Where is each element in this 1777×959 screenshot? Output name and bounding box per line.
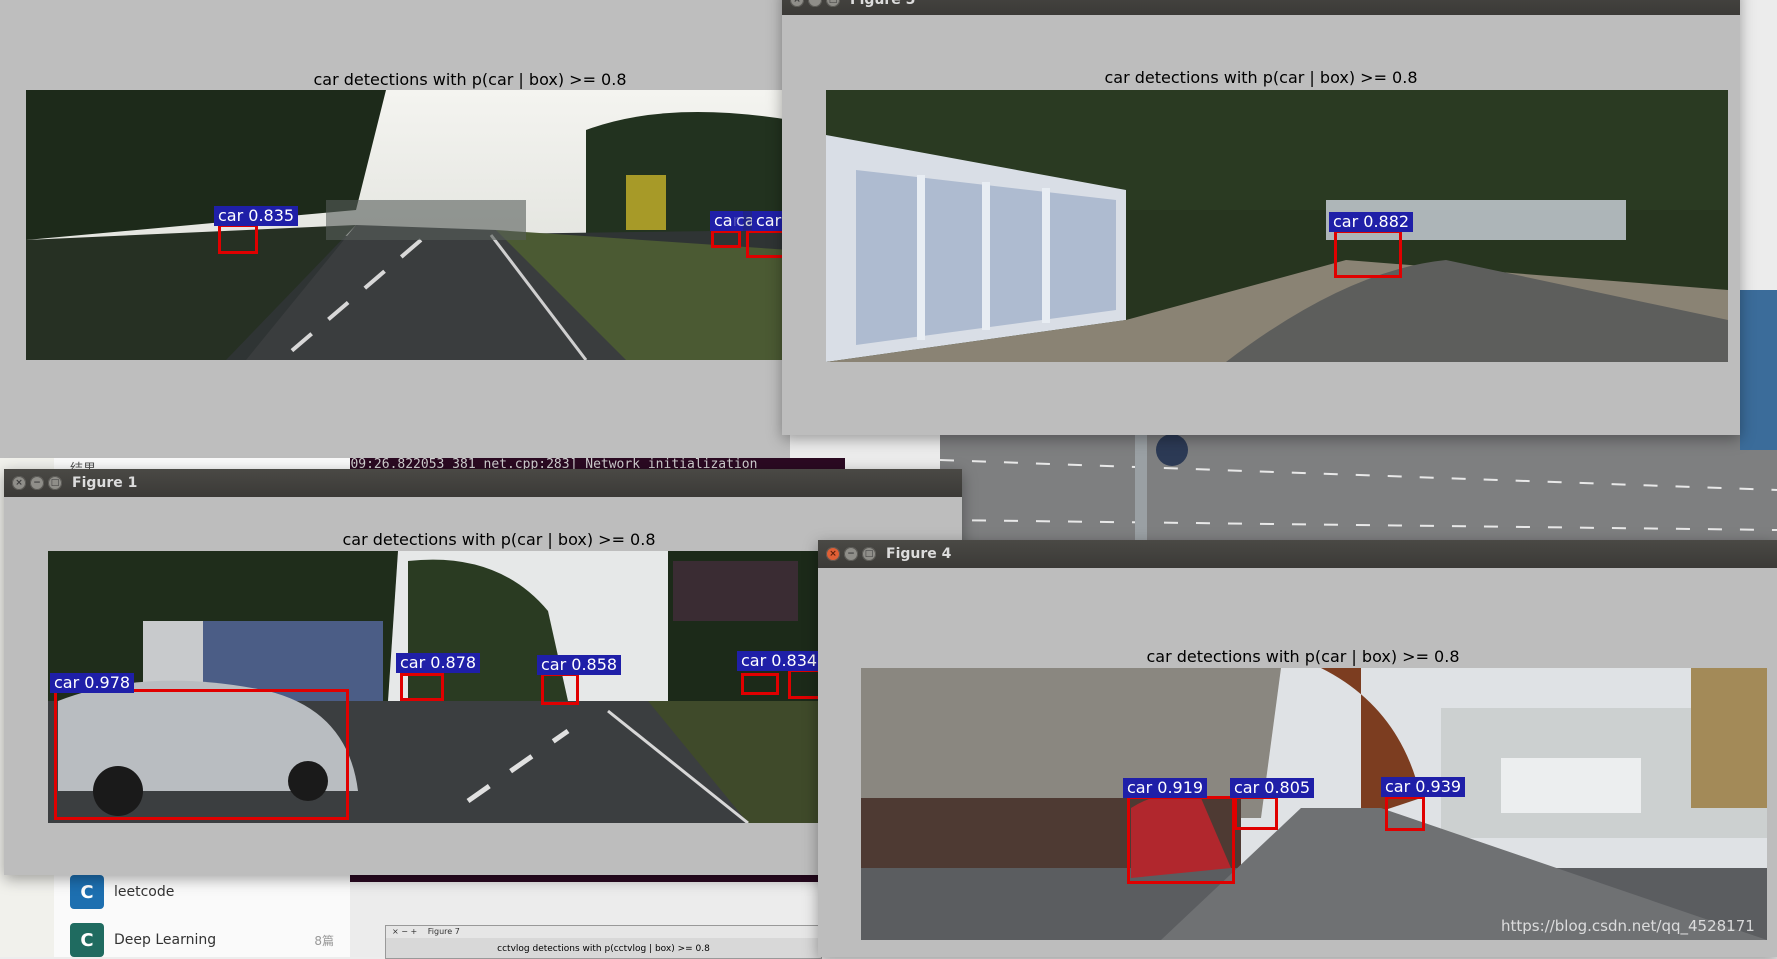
window-controls: × − □ [790,0,840,7]
detection-box [741,673,779,695]
detection-label: car 0.858 [537,655,622,675]
figure7-title: Figure 7 [427,927,460,936]
detection-label: car 0.834 [737,651,822,671]
window-title: Figure 4 [886,546,952,562]
detection-image: car 0.882 [826,90,1728,362]
window-title: Figure 1 [72,475,138,491]
detection-label: car 0.978 [50,673,135,693]
detection-label: car 0.805 [1230,778,1315,798]
plot-title: car detections with p(car | box) >= 0.8 [1104,68,1418,87]
figure5-window[interactable]: × − □ Figure 5 car detections with p(car… [782,0,1740,435]
close-icon[interactable]: × [790,0,804,7]
detection-box [541,673,579,705]
minimize-icon[interactable]: − [844,547,858,561]
figure4-window[interactable]: × − □ Figure 4 car detections with p(car… [818,540,1777,957]
detection-box [1385,796,1425,831]
figure5-titlebar[interactable]: × − □ Figure 5 [782,0,1740,15]
minimize-icon[interactable]: − [30,476,44,490]
detection-box [54,689,349,820]
maximize-icon[interactable]: □ [862,547,876,561]
figure7-window-controls[interactable]: × − + [392,927,417,936]
leetcode-icon: C [70,875,104,909]
detection-label: car 0.878 [396,653,481,673]
window-title: Figure 5 [850,0,916,8]
watermark: https://blog.csdn.net/qq_4528171 [1501,917,1755,935]
detection-box [1234,796,1278,830]
minimize-icon[interactable]: − [808,0,822,7]
detection-box [218,224,258,254]
detection-label: car 0.919 [1123,778,1208,798]
sidebar-item-leetcode[interactable]: C leetcode [70,875,174,909]
detection-box [1127,796,1235,884]
figure4-titlebar[interactable]: × − □ Figure 4 [818,540,1777,568]
terminal-strip-bottom [280,874,820,882]
detection-label: car 0.882 [1329,212,1414,232]
plot-title: car detections with p(car | box) >= 0.8 [1146,647,1460,666]
close-icon[interactable]: × [826,547,840,561]
figure1-titlebar[interactable]: × − □ Figure 1 [4,469,962,497]
maximize-icon[interactable]: □ [48,476,62,490]
detection-box [1334,230,1402,278]
detection-label: car [752,211,786,231]
sidebar-item-deep-learning[interactable]: C Deep Learning 8篇 [70,923,334,957]
detection-box [711,230,741,248]
plot-title: car detections with p(car | box) >= 0.8 [313,70,627,89]
window-controls: × − □ [826,547,876,561]
figure-top-left-window[interactable]: car detections with p(car | box) >= 0.8 … [0,0,790,458]
figure7-plot-title: cctvlog detections with p(cctvlog | box)… [497,944,710,954]
sidebar-item-count: 8篇 [314,933,334,948]
detection-image: car 0.919 car 0.805 car 0.939 https://bl… [861,668,1767,940]
sidebar-item-label: Deep Learning [114,932,217,948]
figure7-titlebar[interactable]: × − + Figure 7 [386,926,821,938]
close-icon[interactable]: × [12,476,26,490]
window-controls: × − □ [12,476,62,490]
figure7-window[interactable]: × − + Figure 7 cctvlog detections with p… [385,925,822,959]
detection-label: car 0.939 [1381,777,1466,797]
detection-label: car 0.835 [214,206,299,226]
deep-learning-icon: C [70,923,104,957]
sidebar-item-label: leetcode [114,884,175,900]
detection-box [400,673,444,701]
detection-image: car 0.835 car car car [26,90,790,360]
maximize-icon[interactable]: □ [826,0,840,7]
